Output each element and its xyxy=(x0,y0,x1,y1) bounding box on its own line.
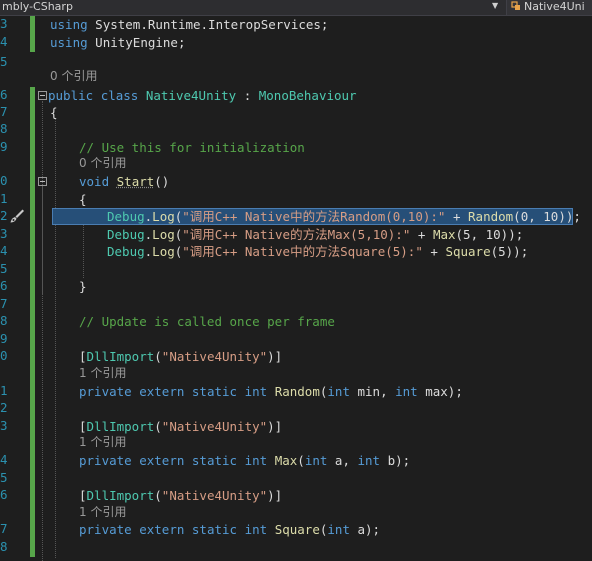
class-icon xyxy=(511,1,520,10)
line-number: 0 xyxy=(0,173,8,188)
editor-navigation-bar: mbly-CSharp ▼ Native4Uni xyxy=(0,0,592,16)
code-line[interactable]: private extern static int Random(int min… xyxy=(79,383,463,400)
code-line[interactable]: Debug.Log("调用C++ Native中的方法Square(5):" +… xyxy=(107,243,528,260)
line-number: 4 xyxy=(0,243,8,258)
change-indicator-bar xyxy=(30,16,35,52)
line-number: 7 xyxy=(0,521,8,536)
code-line[interactable]: public class Native4Unity : MonoBehaviou… xyxy=(48,87,357,104)
line-number: 5 xyxy=(0,261,8,276)
code-line[interactable]: { xyxy=(50,104,58,121)
line-number: 1 xyxy=(0,191,8,206)
line-number: 6 xyxy=(0,87,8,102)
code-comment[interactable]: // Use this for initialization xyxy=(79,139,305,156)
line-number: 3 xyxy=(0,16,8,31)
line-number: 8 xyxy=(0,539,8,554)
code-line[interactable]: Debug.Log("调用C++ Native的方法Max(5,10):" + … xyxy=(107,226,523,243)
line-number: 8 xyxy=(0,121,8,136)
fold-guide xyxy=(42,101,43,561)
line-number: 0 xyxy=(0,348,8,363)
line-number: 6 xyxy=(0,278,8,293)
code-line[interactable]: private extern static int Square(int a); xyxy=(79,521,380,538)
line-number: 9 xyxy=(0,139,8,154)
class-dropdown[interactable]: Native4Uni xyxy=(506,0,592,15)
indent-guide xyxy=(55,118,56,558)
line-number: 9 xyxy=(0,331,8,346)
codelens-references[interactable]: 0 个引用 xyxy=(79,155,126,172)
line-number: 5 xyxy=(0,54,8,69)
code-line[interactable]: using UnityEngine; xyxy=(50,34,185,51)
code-attribute[interactable]: [DllImport("Native4Unity")] xyxy=(79,348,282,365)
project-dropdown[interactable]: mbly-CSharp xyxy=(0,0,502,15)
code-line[interactable]: private extern static int Max(int a, int… xyxy=(79,452,410,469)
code-line-selected[interactable]: Debug.Log("调用C++ Native中的方法Random(0,10):… xyxy=(107,208,581,225)
code-comment[interactable]: // Update is called once per frame xyxy=(79,313,335,330)
code-attribute[interactable]: [DllImport("Native4Unity")] xyxy=(79,487,282,504)
line-number: 7 xyxy=(0,104,8,119)
paintbrush-icon[interactable] xyxy=(9,208,25,224)
code-line[interactable]: { xyxy=(79,191,87,208)
line-number: 7 xyxy=(0,296,8,311)
line-number: 6 xyxy=(0,487,8,502)
code-line[interactable]: } xyxy=(79,278,87,295)
codelens-references[interactable]: 1 个引用 xyxy=(79,365,126,382)
fold-guide xyxy=(42,187,43,294)
code-attribute[interactable]: [DllImport("Native4Unity")] xyxy=(79,418,282,435)
line-number: 4 xyxy=(0,452,8,467)
change-indicator-bar xyxy=(30,87,35,557)
line-number: 3 xyxy=(0,226,8,241)
line-number: 8 xyxy=(0,313,8,328)
collapse-icon[interactable] xyxy=(38,91,47,100)
codelens-references[interactable]: 0 个引用 xyxy=(50,68,97,85)
code-line[interactable]: using System.Runtime.InteropServices; xyxy=(50,16,328,33)
line-number: 4 xyxy=(0,34,8,49)
codelens-references[interactable]: 1 个引用 xyxy=(79,434,126,451)
line-number: 3 xyxy=(0,418,8,433)
code-line[interactable]: void Start() xyxy=(79,173,169,190)
line-number: 5 xyxy=(0,470,8,485)
codelens-references[interactable]: 1 个引用 xyxy=(79,504,126,521)
line-number: 1 xyxy=(0,383,8,398)
class-dropdown-label: Native4Uni xyxy=(524,0,585,13)
chevron-down-icon[interactable]: ▼ xyxy=(492,1,498,10)
project-dropdown-label: mbly-CSharp xyxy=(2,0,73,13)
line-number: 2 xyxy=(0,400,8,415)
